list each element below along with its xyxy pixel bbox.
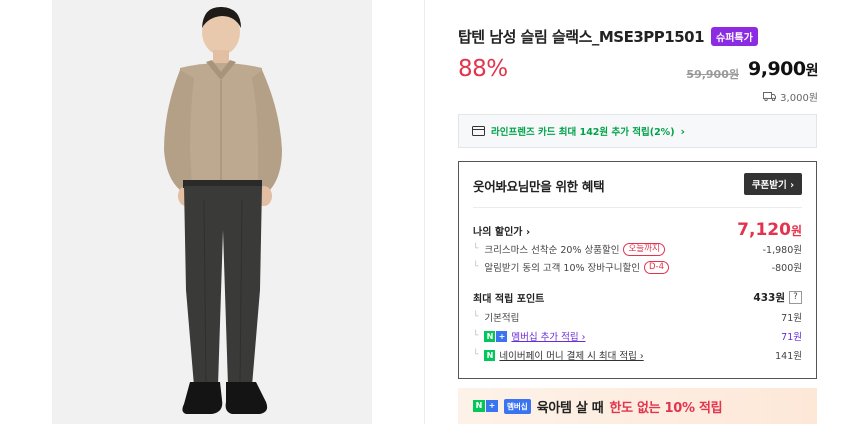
product-image [52,0,372,424]
promo-highlight: 한도 없는 10% 적립 [609,400,723,416]
tree-branch-icon: └ [473,350,479,360]
points-row: 최대 적립 포인트 433원 ? [473,290,802,305]
chevron-right-icon: › [680,124,686,138]
membership-tag: 멤버십 [504,398,531,414]
discount-label: 크리스마스 선착순 20% 상품할인 [484,245,620,256]
discount-value: -1,980원 [762,245,802,256]
tree-branch-icon: └ [473,312,479,322]
super-deal-badge: 슈퍼특가 [711,27,758,46]
coupon-button[interactable]: 쿠폰받기 › [743,173,802,195]
points-value: 433원 [753,292,785,304]
point-detail-label: 기본적립 [484,313,520,324]
tree-branch-icon: └ [473,244,479,254]
tree-branch-icon: └ [473,262,479,272]
sale-price-number: 9,900 [748,58,806,80]
naver-plus-icon: N + [473,400,498,412]
help-icon[interactable]: ? [789,291,802,304]
point-detail-row: └ N + 멤버십 추가 적립 › 71원 [473,329,802,343]
my-price: 7,120원 [737,220,802,240]
naver-pay-points-link[interactable]: 네이버페이 머니 결제 시 최대 적립 › [499,348,643,362]
credit-card-icon [472,126,485,136]
tree-branch-icon: └ [473,331,479,341]
d-day-tag: D-4 [643,260,670,274]
point-detail-row: └ N 네이버페이 머니 결제 시 최대 적립 › 141원 [473,348,802,362]
vertical-divider [424,0,425,424]
benefit-divider [473,207,802,208]
my-price-row: 나의 할인가 › 7,120원 [473,220,802,240]
model-photo [52,0,372,424]
discount-row: └ 크리스마스 선착순 20% 상품할인 오늘까지 -1,980원 [473,242,802,256]
my-price-unit: 원 [790,224,802,238]
point-detail-value: 71원 [781,332,802,343]
discount-label: 알림받기 동의 고객 10% 장바구니할인 [484,263,640,274]
membership-points-link[interactable]: 멤버십 추가 적립 › [511,329,585,343]
point-detail-value: 141원 [775,351,802,362]
discount-value: -800원 [771,263,802,274]
sale-price-unit: 원 [805,63,819,79]
product-title: 탑텐 남성 슬림 슬랙스_MSE3PP1501 [458,28,705,46]
point-detail-row: └ 기본적립 71원 [473,310,802,324]
points-label: 최대 적립 포인트 [473,294,545,305]
naver-pay-icon: N [484,349,496,361]
discount-rate: 88% [458,56,508,82]
membership-promo-banner[interactable]: N + 멤버십 육아템 살 때 한도 없는 10% 적립 [458,388,817,424]
card-benefit-banner[interactable]: 라인프렌즈 카드 최대 142원 추가 적립(2%) › [458,114,817,148]
personal-benefit-box: 웃어봐요님만을 위한 혜택 쿠폰받기 › 나의 할인가 › 7,120원 └ 크… [458,161,817,379]
shipping-fee: 3,000원 [763,89,818,104]
original-price: 59,900원 [686,68,739,81]
shipping-fee-text: 3,000원 [780,93,818,104]
title-row: 탑텐 남성 슬림 슬랙스_MSE3PP1501 슈퍼특가 [458,26,758,47]
sale-price: 9,900원 [748,58,819,80]
point-detail-value: 71원 [781,313,802,324]
promo-text: 육아템 살 때 [536,400,604,416]
truck-icon [763,92,777,101]
discount-row: └ 알림받기 동의 고객 10% 장바구니할인 D-4 -800원 [473,260,802,274]
naver-plus-icon: N + [484,330,508,342]
my-price-number: 7,120 [737,220,791,240]
benefit-title: 웃어봐요님만을 위한 혜택 [473,179,605,194]
my-price-label[interactable]: 나의 할인가 › [473,223,530,238]
card-benefit-text: 라인프렌즈 카드 최대 142원 추가 적립(2%) [491,127,675,138]
today-only-tag: 오늘까지 [623,242,665,256]
